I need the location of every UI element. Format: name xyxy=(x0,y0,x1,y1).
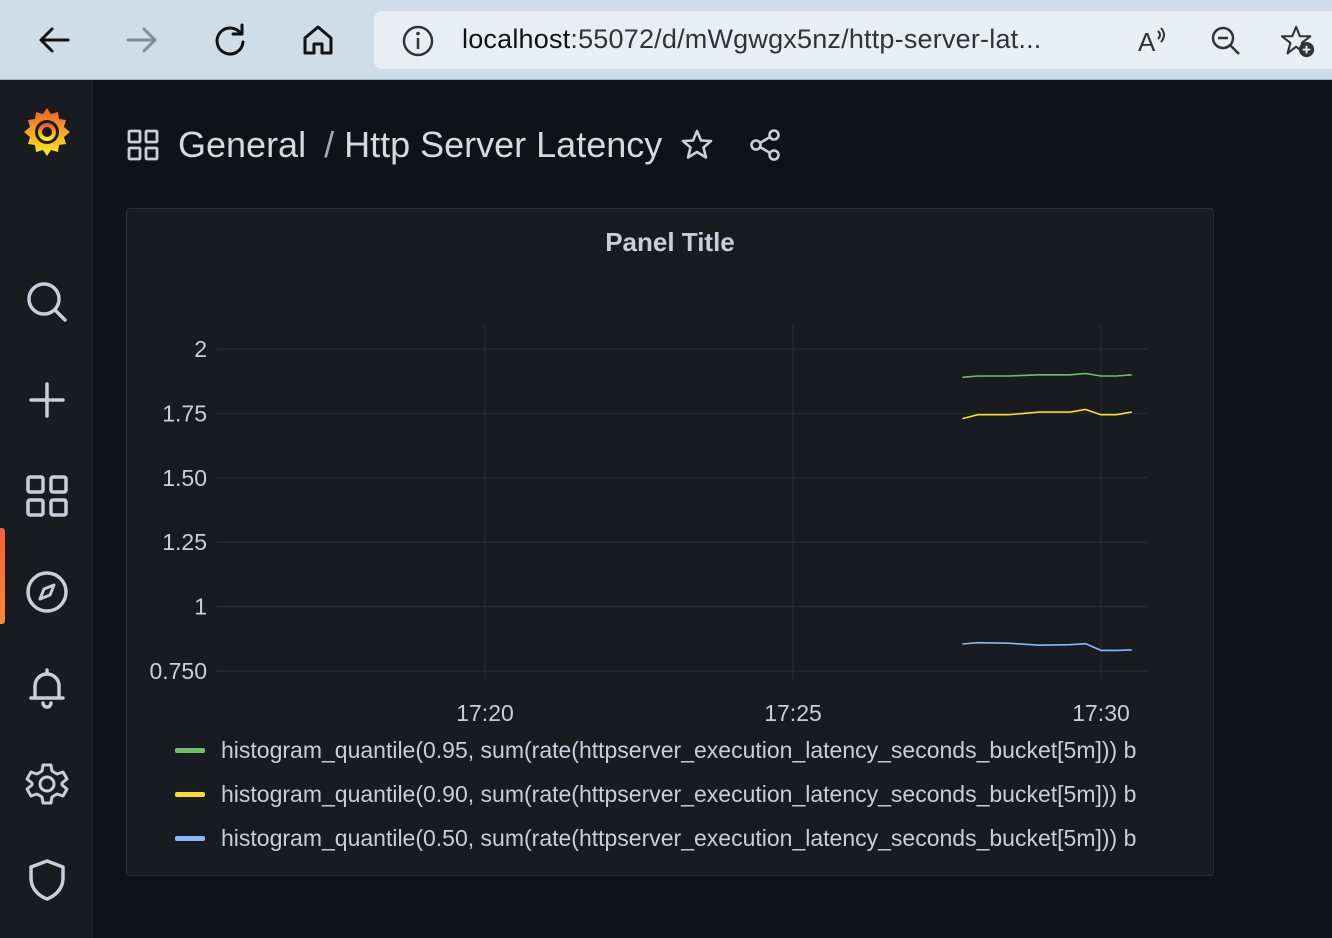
legend-label: histogram_quantile(0.95, sum(rate(httpse… xyxy=(221,736,1137,763)
chart-area: 17:20 17:25 17:30 0.750 1 1.25 1.50 1.75 2 xyxy=(149,325,1147,726)
home-icon xyxy=(303,25,333,55)
star-button[interactable] xyxy=(680,128,714,162)
read-aloud-icon[interactable]: A xyxy=(1136,23,1172,59)
breadcrumb: General / Http Server Latency xyxy=(126,120,782,170)
nav-dashboards[interactable] xyxy=(0,466,93,526)
graph-panel[interactable]: Panel Title 17:20 17:25 17:30 0.750 1 1.25 1.5… xyxy=(126,208,1214,876)
url-text[interactable]: localhost:55072/d/mWgwgx5nz/http-server-… xyxy=(462,24,1041,55)
nav-server-admin[interactable] xyxy=(0,850,93,910)
shield-icon xyxy=(28,859,65,901)
y-tick-label: 2 xyxy=(194,336,207,362)
legend-swatch xyxy=(175,835,205,841)
star-icon xyxy=(681,129,713,159)
dashboards-grid-icon xyxy=(25,475,68,517)
share-button[interactable] xyxy=(748,128,782,162)
x-tick-label: 17:25 xyxy=(764,700,822,726)
series-line-0 xyxy=(962,372,1132,379)
nav-explore[interactable] xyxy=(0,562,93,622)
forward-button[interactable] xyxy=(120,20,164,60)
browser-toolbar: localhost:55072/d/mWgwgx5nz/http-server-… xyxy=(0,0,1332,80)
share-icon xyxy=(750,129,781,161)
address-bar[interactable]: localhost:55072/d/mWgwgx5nz/http-server-… xyxy=(374,11,1332,69)
favorites-add-icon[interactable] xyxy=(1280,23,1316,59)
grafana-logo-icon xyxy=(23,108,70,156)
legend-item[interactable]: histogram_quantile(0.50, sum(rate(httpse… xyxy=(175,823,1136,853)
zoom-out-icon[interactable] xyxy=(1208,23,1244,59)
x-tick-label: 17:20 xyxy=(456,700,514,726)
reload-button[interactable] xyxy=(208,20,252,60)
reload-icon xyxy=(215,23,245,56)
url-path: :55072/d/mWgwgx5nz/http-server-lat... xyxy=(570,24,1042,54)
breadcrumb-folder[interactable]: General xyxy=(178,124,306,166)
nav-create[interactable] xyxy=(0,370,93,430)
bell-icon xyxy=(28,668,65,709)
legend-item[interactable]: histogram_quantile(0.95, sum(rate(httpse… xyxy=(175,735,1136,765)
legend-label: histogram_quantile(0.90, sum(rate(httpse… xyxy=(221,780,1137,807)
info-icon[interactable] xyxy=(400,23,436,59)
legend-swatch xyxy=(175,747,205,753)
x-tick-label: 17:30 xyxy=(1072,700,1130,726)
nav-configuration[interactable] xyxy=(0,754,93,814)
grafana-sidebar xyxy=(0,80,93,938)
arrow-right-icon xyxy=(126,27,157,53)
nav-alerting[interactable] xyxy=(0,658,93,718)
home-button[interactable] xyxy=(296,20,340,60)
svg-text:A: A xyxy=(1138,27,1156,57)
nav-search[interactable] xyxy=(0,272,93,332)
dashboard-title[interactable]: Http Server Latency xyxy=(344,124,662,166)
y-tick-label: 1.25 xyxy=(162,529,207,555)
url-host: localhost xyxy=(462,24,571,54)
y-tick-label: 1.50 xyxy=(162,465,207,491)
series-line-1 xyxy=(962,408,1132,420)
search-icon xyxy=(26,282,67,322)
dashboards-grid-icon xyxy=(127,129,159,161)
y-tick-label: 1 xyxy=(194,594,207,620)
gear-icon xyxy=(25,763,68,805)
back-button[interactable] xyxy=(32,20,76,60)
legend-item[interactable]: histogram_quantile(0.90, sum(rate(httpse… xyxy=(175,779,1136,809)
breadcrumb-separator: / xyxy=(324,124,335,165)
arrow-left-icon xyxy=(39,27,70,53)
compass-icon xyxy=(25,571,68,613)
grafana-logo[interactable] xyxy=(0,100,93,164)
legend-label: histogram_quantile(0.50, sum(rate(httpse… xyxy=(221,824,1137,851)
plus-icon xyxy=(28,382,65,418)
legend-swatch xyxy=(175,791,205,797)
series-line-2 xyxy=(962,641,1132,652)
y-tick-label: 1.75 xyxy=(162,400,207,426)
y-tick-label: 0.750 xyxy=(149,658,207,684)
